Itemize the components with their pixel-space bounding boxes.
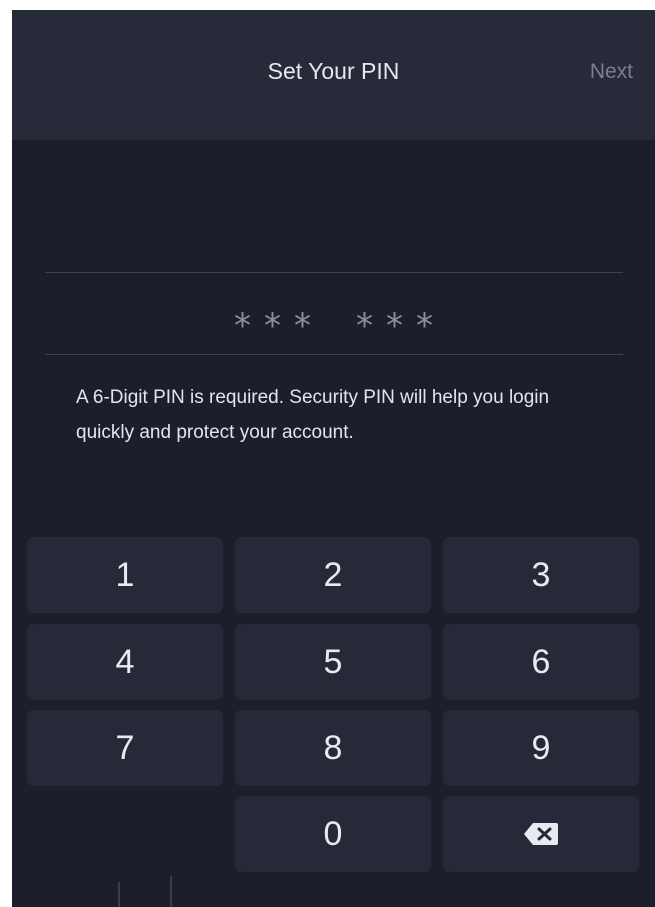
key-3[interactable]: 3 [443, 537, 639, 613]
key-1[interactable]: 1 [27, 537, 223, 613]
key-8[interactable]: 8 [235, 710, 431, 786]
backspace-button[interactable] [443, 796, 639, 872]
pin-digit-2: * [264, 306, 281, 346]
pin-setup-screen: Set Your PIN Next * * * * * * A 6-Digit … [12, 10, 655, 907]
pin-digit-5: * [386, 306, 403, 346]
pin-helper-text: A 6-Digit PIN is required. Security PIN … [76, 387, 550, 443]
key-2[interactable]: 2 [235, 537, 431, 613]
pin-bottom-divider [45, 354, 623, 355]
backspace-icon [524, 823, 558, 845]
bottom-edge-mark [170, 876, 172, 907]
pin-top-divider [45, 272, 623, 273]
pin-input-display: * * * * * * [12, 306, 655, 346]
page-title: Set Your PIN [267, 58, 400, 84]
next-button[interactable]: Next [590, 60, 633, 84]
key-5[interactable]: 5 [235, 624, 431, 700]
pin-digit-3: * [294, 306, 311, 346]
header-bar: Set Your PIN Next [12, 10, 655, 140]
pin-digit-1: * [234, 306, 251, 346]
bottom-edge-mark [118, 882, 120, 907]
pin-digit-6: * [416, 306, 433, 346]
key-0[interactable]: 0 [235, 796, 431, 872]
key-9[interactable]: 9 [443, 710, 639, 786]
key-empty [27, 796, 223, 872]
key-4[interactable]: 4 [27, 624, 223, 700]
key-6[interactable]: 6 [443, 624, 639, 700]
key-7[interactable]: 7 [27, 710, 223, 786]
pin-digit-4: * [356, 306, 373, 346]
